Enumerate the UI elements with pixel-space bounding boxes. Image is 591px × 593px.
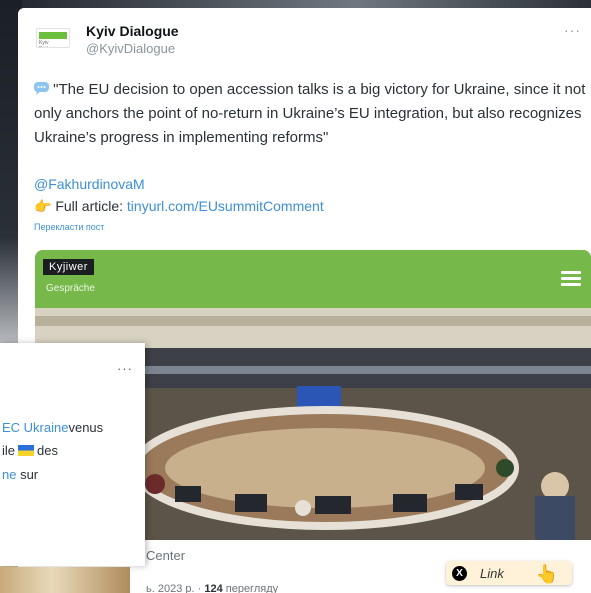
hamburger-menu-icon (561, 271, 581, 287)
article-prefix: Full article: (55, 198, 124, 214)
views-label: перегляду (225, 583, 279, 593)
mention-link[interactable]: @FakhurdinovaM (34, 176, 145, 192)
avatar[interactable]: Kyiv Dialogue (36, 28, 70, 48)
media-brand-subtitle: Gespräche (46, 283, 95, 294)
x-logo-icon: X (452, 565, 467, 581)
article-link[interactable]: tinyurl.com/EUsummitComment (127, 198, 324, 214)
overlay-more-options-icon[interactable]: ··· (117, 361, 133, 376)
tweet-meta: ь. 2023 р. · 124 перегляду (146, 583, 279, 593)
pointing-hand-icon: 👆 (535, 564, 558, 584)
pointing-hand-icon: 👉 (34, 198, 52, 214)
views-count: 124 (204, 583, 223, 593)
overlapping-tweet-card[interactable]: ··· EC Ukrainevenus ile des ne sur (0, 343, 145, 566)
article-line: 👉 Full article: tinyurl.com/EUsummitComm… (34, 198, 324, 215)
overlay-hashtag-1[interactable]: EC Ukraine (2, 420, 68, 435)
overlay-line-1: EC Ukrainevenus (2, 420, 103, 435)
overlay-text-2b: des (37, 443, 58, 458)
display-name[interactable]: Kyiv Dialogue (86, 22, 179, 40)
translate-post-link[interactable]: Перекласти пост (34, 222, 104, 232)
handle[interactable]: @KyivDialogue (86, 40, 179, 58)
overlay-text-3: sur (16, 467, 39, 482)
overlay-line-3: ne sur (2, 467, 38, 482)
media-brand: Kyjiwer (43, 259, 94, 275)
tweet-author[interactable]: Kyiv Dialogue Kyiv Dialogue @KyivDialogu… (36, 22, 179, 58)
overlay-text-1: venus (68, 420, 104, 435)
tweet-date[interactable]: ь. 2023 р. (146, 583, 195, 593)
tweet-body: "The EU decision to open accession talks… (34, 81, 586, 146)
avatar-text: Kyiv Dialogue (39, 40, 59, 47)
more-options-icon[interactable]: ··· (564, 22, 581, 38)
ukraine-flag-icon (18, 445, 35, 456)
speech-bubble-icon (34, 81, 53, 98)
overlay-line-2: ile des (2, 443, 58, 458)
overlay-text-2a: ile (2, 443, 16, 458)
overlay-photo-strip (0, 567, 130, 593)
tweet-text: "The EU decision to open accession talks… (34, 78, 586, 150)
avatar-logo-bar (39, 32, 67, 39)
overlay-hashtag-3[interactable]: ne (2, 467, 16, 482)
media-caption: Center (146, 548, 186, 563)
media-header-bar: Kyjiwer Gespräche (35, 250, 591, 308)
link-badge[interactable]: X Link 👆 (446, 561, 572, 585)
link-label[interactable]: Link (480, 566, 504, 581)
